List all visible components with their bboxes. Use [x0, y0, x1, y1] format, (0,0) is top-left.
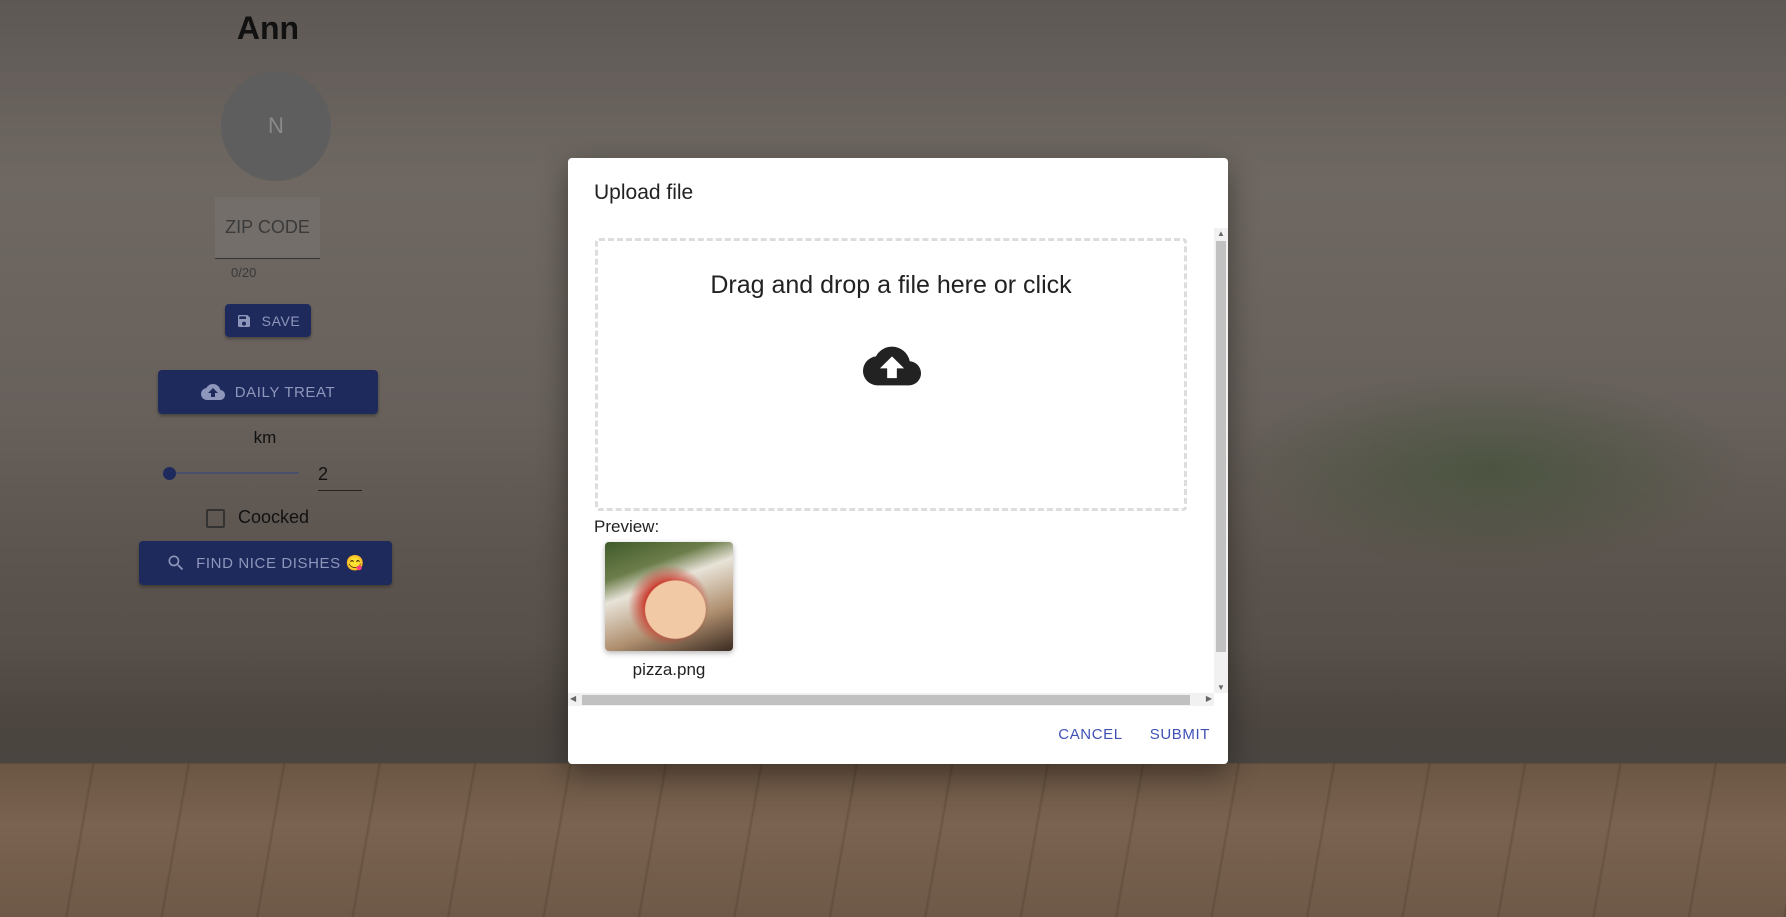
- distance-input[interactable]: 2: [318, 460, 362, 491]
- distance-slider[interactable]: [163, 466, 299, 480]
- save-icon: [237, 314, 250, 327]
- scroll-up-icon[interactable]: ▲: [1217, 229, 1225, 238]
- dropzone-text: Drag and drop a file here or click: [710, 271, 1072, 299]
- dropzone[interactable]: Drag and drop a file here or click: [595, 238, 1187, 511]
- scroll-down-icon[interactable]: ▼: [1217, 683, 1225, 692]
- avatar-initial: N: [268, 113, 284, 138]
- preview-label: Preview:: [594, 517, 660, 536]
- horizontal-scroll-thumb[interactable]: [582, 695, 1190, 705]
- file-preview-thumbnail: [605, 542, 733, 651]
- daily-treat-button[interactable]: DAILY TREAT: [158, 370, 378, 414]
- save-label: SAVE: [261, 312, 301, 329]
- dialog-title: Upload file: [594, 181, 694, 204]
- file-name: pizza.png: [632, 660, 706, 679]
- scroll-left-icon[interactable]: ◀: [570, 694, 576, 703]
- cancel-button[interactable]: CANCEL: [1058, 726, 1122, 743]
- dialog-content: Drag and drop a file here or click Previ…: [568, 228, 1228, 706]
- daily-treat-label: DAILY TREAT: [234, 383, 336, 401]
- cooked-checkbox[interactable]: [206, 509, 225, 528]
- background-wood-floor: [0, 763, 1786, 917]
- cooked-label: Coocked: [238, 507, 310, 527]
- dialog-actions: CANCEL SUBMIT: [1058, 726, 1210, 743]
- zip-char-counter: 0/20: [231, 265, 257, 280]
- slider-track: [169, 472, 299, 474]
- vertical-scroll-thumb[interactable]: [1216, 241, 1226, 652]
- horizontal-scrollbar[interactable]: ◀ ▶: [568, 693, 1214, 706]
- search-icon: [168, 555, 184, 571]
- slider-thumb[interactable]: [163, 467, 176, 480]
- avatar[interactable]: N: [221, 71, 331, 181]
- zip-code-placeholder: ZIP CODE: [225, 217, 310, 237]
- user-name: Ann: [236, 10, 300, 46]
- background-plants: [1230, 370, 1750, 570]
- submit-button[interactable]: SUBMIT: [1150, 726, 1210, 743]
- zip-code-input[interactable]: ZIP CODE: [215, 197, 320, 259]
- cloud-upload-icon: [200, 384, 225, 400]
- find-dishes-button[interactable]: FIND NICE DISHES 😋: [139, 541, 392, 585]
- vertical-scrollbar[interactable]: ▲ ▼: [1214, 228, 1228, 693]
- scroll-right-icon[interactable]: ▶: [1206, 694, 1212, 703]
- distance-unit-label: km: [253, 428, 277, 447]
- save-button[interactable]: SAVE: [225, 304, 311, 337]
- upload-dialog: Upload file Drag and drop a file here or…: [568, 158, 1228, 764]
- cloud-upload-icon: [863, 346, 921, 386]
- find-dishes-label: FIND NICE DISHES 😋: [196, 555, 365, 572]
